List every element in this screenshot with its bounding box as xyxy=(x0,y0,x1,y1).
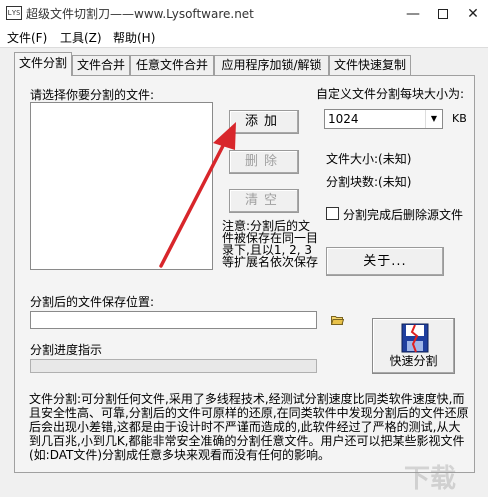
tab-file-split[interactable]: 文件分割 xyxy=(14,52,72,76)
file-list[interactable] xyxy=(30,102,213,270)
minimize-button[interactable]: — xyxy=(398,0,428,27)
split-disk-icon xyxy=(401,323,429,353)
folder-icon[interactable] xyxy=(331,315,344,325)
delete-source-checkbox[interactable] xyxy=(326,207,339,220)
chunk-size-label: 自定义文件分割每块大小为: xyxy=(316,87,465,101)
quick-split-button[interactable]: 快速分割 xyxy=(372,318,455,374)
split-progress-bar xyxy=(30,359,317,373)
description-text: 文件分割:可分割任何文件,采用了多线程技术,经测试分割速度比同类软件速度快,而且… xyxy=(29,392,469,462)
tab-any-file-merge[interactable]: 任意文件合并 xyxy=(130,55,214,75)
file-size-label: 文件大小:(未知) xyxy=(326,152,412,166)
title-bar: LYS 超级文件切割刀——www.Lysoftware.net — ✕ xyxy=(0,0,488,27)
chevron-down-icon[interactable]: ▼ xyxy=(425,110,442,128)
tab-file-merge[interactable]: 文件合并 xyxy=(72,55,130,75)
chunk-size-value: 1024 xyxy=(328,112,359,126)
tab-app-lock[interactable]: 应用程序加锁/解锁 xyxy=(214,55,329,75)
chunk-count-label: 分割块数:(未知) xyxy=(326,175,412,189)
menu-bar: 文件(F) 工具(Z) 帮助(H) xyxy=(0,27,488,47)
note-text: 注意:分割后的文件被保存在同一目录下,且以1, 2, 3等扩展名依次保存 xyxy=(222,219,319,269)
delete-button[interactable]: 删除 xyxy=(229,150,299,174)
quick-split-label: 快速分割 xyxy=(389,354,438,368)
window-title: 超级文件切割刀——www.Lysoftware.net xyxy=(26,7,254,21)
chunk-size-select[interactable]: 1024 ▼ xyxy=(324,109,443,129)
clear-button[interactable]: 清空 xyxy=(229,189,299,213)
app-icon: LYS xyxy=(6,6,22,20)
delete-source-label[interactable]: 分割完成后删除源文件 xyxy=(343,206,463,223)
progress-label: 分割进度指示 xyxy=(30,343,103,357)
chunk-unit: KB xyxy=(452,112,467,125)
close-button[interactable]: ✕ xyxy=(458,0,488,27)
watermark-logo: 下载 xyxy=(404,464,457,494)
tab-quick-copy[interactable]: 文件快速复制 xyxy=(329,55,411,75)
file-list-label: 请选择你要分割的文件: xyxy=(30,88,155,102)
maximize-icon xyxy=(438,8,448,19)
add-button[interactable]: 添加 xyxy=(229,110,299,134)
maximize-button[interactable] xyxy=(428,0,458,27)
menu-file[interactable]: 文件(F) xyxy=(7,29,47,46)
about-button[interactable]: 关于... xyxy=(326,247,444,276)
save-location-input[interactable] xyxy=(30,311,317,329)
menu-tools[interactable]: 工具(Z) xyxy=(60,29,102,46)
save-location-label: 分割后的文件保存位置: xyxy=(30,295,155,309)
menu-help[interactable]: 帮助(H) xyxy=(113,29,155,46)
